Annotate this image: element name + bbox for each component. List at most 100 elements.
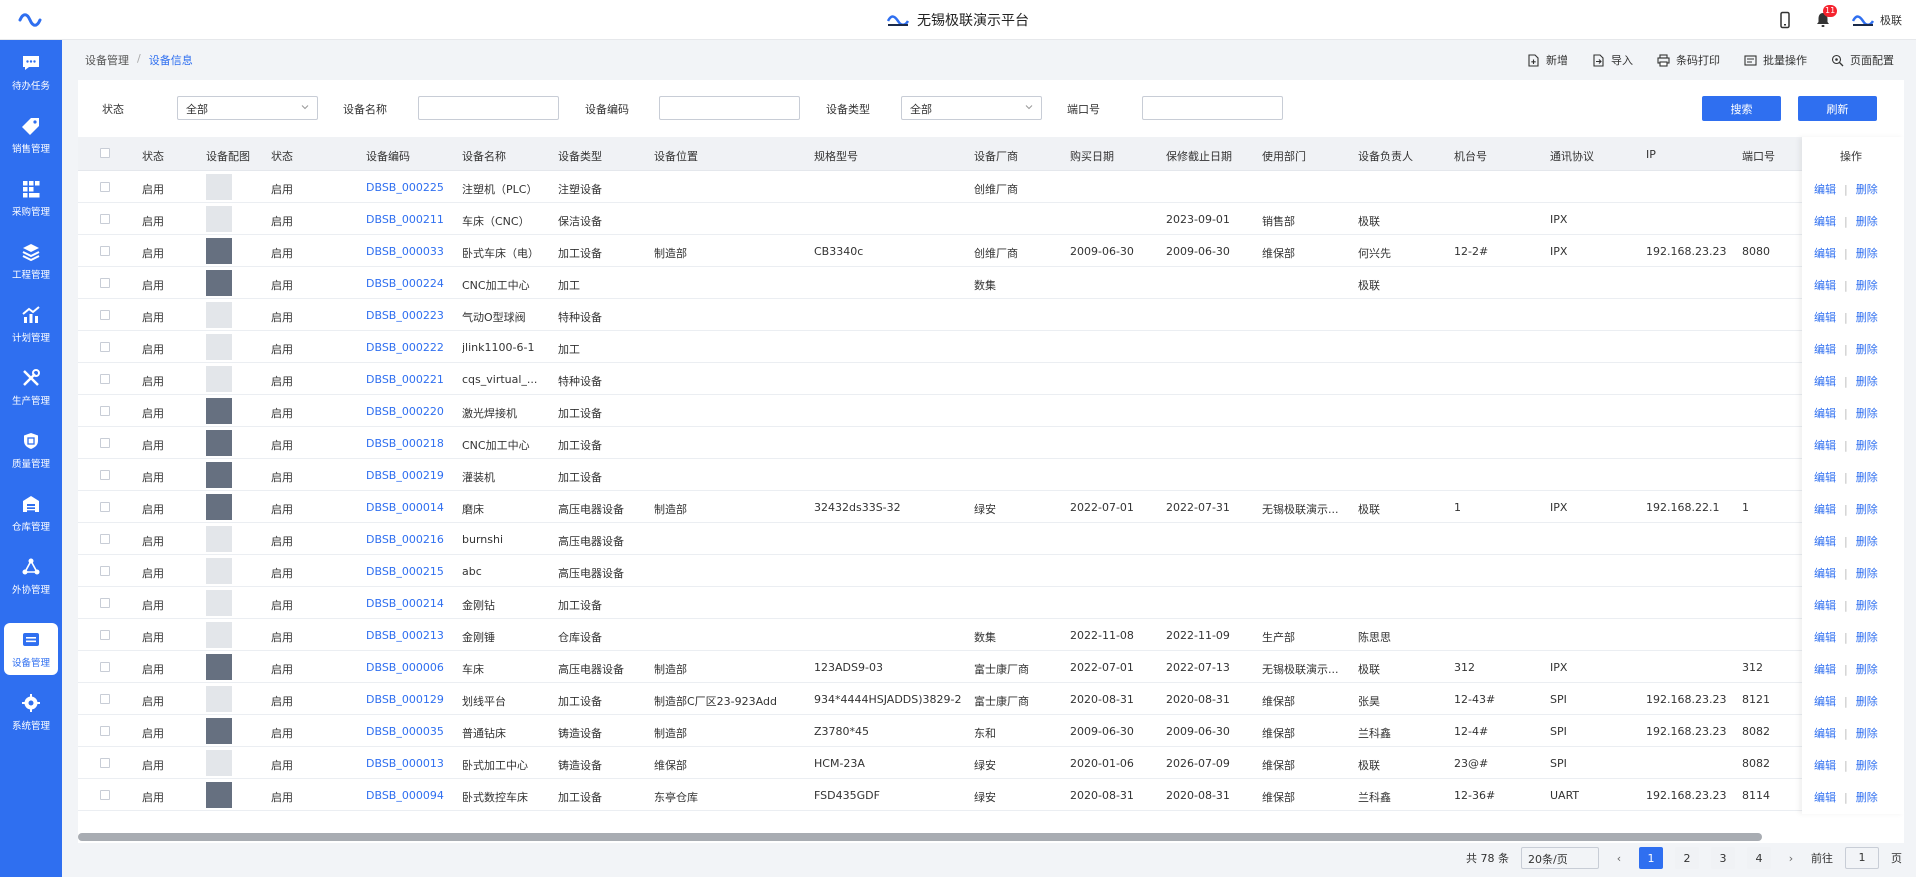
delete-link[interactable]: 删除: [1856, 183, 1878, 196]
row-checkbox[interactable]: [100, 662, 110, 672]
sidebar-item-system[interactable]: 系统管理: [4, 686, 58, 738]
row-checkbox[interactable]: [100, 726, 110, 736]
row-checkbox[interactable]: [100, 342, 110, 352]
delete-link[interactable]: 删除: [1856, 343, 1878, 356]
delete-link[interactable]: 删除: [1856, 215, 1878, 228]
sidebar-item-todo[interactable]: 待办任务: [4, 46, 58, 98]
delete-link[interactable]: 删除: [1856, 727, 1878, 740]
row-code[interactable]: DBSB_000214: [366, 597, 444, 610]
delete-link[interactable]: 删除: [1856, 503, 1878, 516]
edit-link[interactable]: 编辑: [1814, 503, 1836, 516]
row-checkbox[interactable]: [100, 790, 110, 800]
row-checkbox[interactable]: [100, 374, 110, 384]
edit-link[interactable]: 编辑: [1814, 471, 1836, 484]
device-image[interactable]: [206, 270, 232, 296]
port-input[interactable]: [1142, 96, 1283, 120]
row-code[interactable]: DBSB_000218: [366, 437, 444, 450]
row-code[interactable]: DBSB_000222: [366, 341, 444, 354]
row-code[interactable]: DBSB_000129: [366, 693, 444, 706]
col-name[interactable]: 设备名称: [462, 148, 506, 164]
mobile-icon[interactable]: [1776, 11, 1794, 29]
device-image[interactable]: [206, 334, 232, 360]
device-image[interactable]: [206, 174, 232, 200]
delete-link[interactable]: 删除: [1856, 791, 1878, 804]
col-port[interactable]: 端口号: [1742, 148, 1775, 164]
row-code[interactable]: DBSB_000014: [366, 501, 444, 514]
device-image[interactable]: [206, 654, 232, 680]
sidebar-item-quality[interactable]: 质量管理: [4, 424, 58, 476]
user-menu[interactable]: 极联: [1852, 12, 1902, 28]
device-image[interactable]: [206, 622, 232, 648]
sidebar-item-outsourcing[interactable]: 外协管理: [4, 550, 58, 602]
col-image[interactable]: 设备配图: [206, 148, 250, 164]
notification-bell[interactable]: 11: [1814, 5, 1838, 29]
col-dept[interactable]: 使用部门: [1262, 148, 1306, 164]
sidebar-item-equipment[interactable]: 设备管理: [4, 623, 58, 675]
device-image[interactable]: [206, 526, 232, 552]
col-protocol[interactable]: 通讯协议: [1550, 148, 1594, 164]
delete-link[interactable]: 删除: [1856, 631, 1878, 644]
edit-link[interactable]: 编辑: [1814, 183, 1836, 196]
delete-link[interactable]: 删除: [1856, 279, 1878, 292]
device-type-select[interactable]: 全部: [901, 96, 1042, 120]
add-button[interactable]: 新增: [1527, 52, 1568, 68]
row-checkbox[interactable]: [100, 182, 110, 192]
col-model[interactable]: 规格型号: [814, 148, 858, 164]
row-code[interactable]: DBSB_000221: [366, 373, 444, 386]
device-image[interactable]: [206, 686, 232, 712]
col-owner[interactable]: 设备负责人: [1358, 148, 1413, 164]
device-code-input[interactable]: [659, 96, 800, 120]
sidebar-item-production[interactable]: 生产管理: [4, 361, 58, 413]
row-code[interactable]: DBSB_000224: [366, 277, 444, 290]
row-code[interactable]: DBSB_000211: [366, 213, 444, 226]
device-image[interactable]: [206, 302, 232, 328]
search-button[interactable]: 搜索: [1702, 96, 1781, 121]
device-image[interactable]: [206, 494, 232, 520]
prev-page-icon[interactable]: ‹: [1611, 852, 1627, 865]
edit-link[interactable]: 编辑: [1814, 279, 1836, 292]
row-code[interactable]: DBSB_000223: [366, 309, 444, 322]
page-1[interactable]: 1: [1639, 847, 1663, 869]
edit-link[interactable]: 编辑: [1814, 759, 1836, 772]
sidebar-item-engineering[interactable]: 工程管理: [4, 235, 58, 287]
col-warranty-date[interactable]: 保修截止日期: [1166, 148, 1232, 164]
edit-link[interactable]: 编辑: [1814, 407, 1836, 420]
batch-operation-button[interactable]: 批量操作: [1744, 52, 1807, 68]
edit-link[interactable]: 编辑: [1814, 663, 1836, 676]
row-code[interactable]: DBSB_000220: [366, 405, 444, 418]
barcode-print-button[interactable]: 条码打印: [1657, 52, 1720, 68]
scrollbar-thumb[interactable]: [78, 833, 1762, 841]
row-code[interactable]: DBSB_000215: [366, 565, 444, 578]
edit-link[interactable]: 编辑: [1814, 439, 1836, 452]
row-checkbox[interactable]: [100, 310, 110, 320]
row-code[interactable]: DBSB_000219: [366, 469, 444, 482]
delete-link[interactable]: 删除: [1856, 247, 1878, 260]
row-checkbox[interactable]: [100, 406, 110, 416]
row-checkbox[interactable]: [100, 214, 110, 224]
row-checkbox[interactable]: [100, 534, 110, 544]
row-code[interactable]: DBSB_000213: [366, 629, 444, 642]
row-checkbox[interactable]: [100, 502, 110, 512]
device-image[interactable]: [206, 750, 232, 776]
edit-link[interactable]: 编辑: [1814, 727, 1836, 740]
page-config-button[interactable]: 页面配置: [1831, 52, 1894, 68]
edit-link[interactable]: 编辑: [1814, 375, 1836, 388]
delete-link[interactable]: 删除: [1856, 407, 1878, 420]
device-image[interactable]: [206, 366, 232, 392]
row-checkbox[interactable]: [100, 630, 110, 640]
row-checkbox[interactable]: [100, 694, 110, 704]
edit-link[interactable]: 编辑: [1814, 535, 1836, 548]
sidebar-item-sales[interactable]: 销售管理: [4, 109, 58, 161]
delete-link[interactable]: 删除: [1856, 663, 1878, 676]
device-image[interactable]: [206, 398, 232, 424]
page-2[interactable]: 2: [1675, 847, 1699, 869]
sidebar-item-warehouse[interactable]: 仓库管理: [4, 487, 58, 539]
device-image[interactable]: [206, 718, 232, 744]
row-code[interactable]: DBSB_000225: [366, 181, 444, 194]
device-image[interactable]: [206, 782, 232, 808]
page-size-select[interactable]: 20条/页: [1521, 847, 1599, 869]
delete-link[interactable]: 删除: [1856, 375, 1878, 388]
sidebar-item-purchase[interactable]: 采购管理: [4, 172, 58, 224]
col-machine[interactable]: 机台号: [1454, 148, 1487, 164]
row-code[interactable]: DBSB_000033: [366, 245, 444, 258]
